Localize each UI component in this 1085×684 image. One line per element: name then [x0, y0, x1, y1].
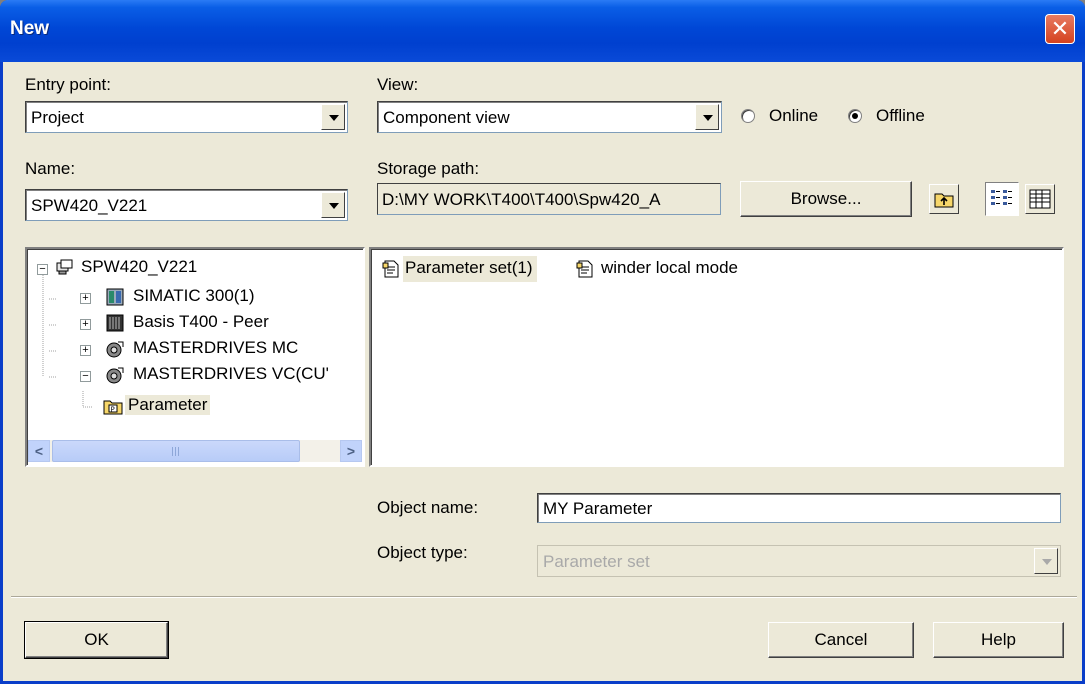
offline-radio[interactable]: [848, 109, 862, 123]
name-select[interactable]: SPW420_V221: [25, 189, 348, 221]
rack-icon: [106, 314, 124, 332]
scroll-thumb[interactable]: [52, 440, 300, 462]
tree-item[interactable]: + SIMATIC 300(1): [37, 286, 357, 311]
folder-up-icon: [934, 193, 954, 208]
tree-item-label: MASTERDRIVES VC(CU': [133, 364, 329, 383]
drive-icon: [106, 341, 124, 358]
view-select[interactable]: Component view: [377, 101, 722, 133]
project-tree[interactable]: − SPW420_V221 + SIMATIC 300(1) + Basis T…: [25, 247, 365, 467]
tree-item[interactable]: + Basis T400 - Peer: [37, 312, 357, 337]
tree-item[interactable]: + MASTERDRIVES MC: [37, 338, 357, 363]
storage-path-value: D:\MY WORK\T400\T400\Spw420_A: [382, 190, 661, 209]
object-list[interactable]: Parameter set(1) winder local mode: [369, 247, 1064, 467]
browse-button[interactable]: Browse...: [740, 181, 912, 217]
details-view-button[interactable]: [1025, 184, 1055, 214]
list-view-button[interactable]: [985, 182, 1019, 216]
expand-icon[interactable]: +: [80, 293, 91, 304]
close-button[interactable]: ✕: [1045, 14, 1075, 44]
collapse-icon[interactable]: −: [80, 371, 91, 382]
scroll-right-icon[interactable]: >: [340, 440, 362, 462]
cancel-button[interactable]: Cancel: [768, 622, 914, 658]
tree-child-label: Parameter: [125, 395, 211, 415]
object-name-input[interactable]: MY Parameter: [537, 493, 1061, 523]
entry-point-value: Project: [31, 108, 84, 127]
tree-item-label: SIMATIC 300(1): [133, 286, 255, 305]
view-label: View:: [377, 75, 419, 94]
online-radio[interactable]: [741, 109, 755, 123]
details-view-icon: [1029, 189, 1051, 209]
collapse-icon[interactable]: −: [37, 264, 48, 275]
window-title: New: [10, 18, 50, 39]
online-label[interactable]: Online: [769, 106, 818, 126]
object-type-label: Object type:: [377, 543, 468, 562]
new-dialog: New ✕ Entry point: Project View: Compone…: [0, 0, 1085, 684]
list-item-label: winder local mode: [601, 258, 739, 277]
ok-button[interactable]: OK: [24, 621, 169, 659]
svg-text:P: P: [111, 406, 115, 414]
entry-point-select[interactable]: Project: [25, 101, 348, 133]
project-icon: [56, 259, 73, 275]
parameter-set-icon: [576, 260, 593, 278]
name-label: Name:: [25, 159, 76, 178]
name-value: SPW420_V221: [31, 196, 148, 215]
drive-icon: [106, 367, 124, 384]
cancel-button-label: Cancel: [814, 630, 868, 649]
storage-path-field: D:\MY WORK\T400\T400\Spw420_A: [377, 183, 721, 215]
up-one-level-button[interactable]: [929, 184, 959, 214]
chevron-down-icon[interactable]: [321, 104, 345, 130]
parameter-set-icon: [382, 260, 399, 278]
expand-icon[interactable]: +: [80, 319, 91, 330]
object-type-select[interactable]: Parameter set: [537, 545, 1061, 577]
storage-path-label: Storage path:: [377, 159, 480, 178]
list-view-icon: [991, 190, 1012, 205]
chevron-down-icon[interactable]: [321, 192, 345, 218]
chevron-down-icon[interactable]: [695, 104, 719, 130]
list-item-label: Parameter set(1): [403, 256, 537, 282]
object-name-label: Object name:: [377, 498, 479, 517]
help-button[interactable]: Help: [933, 622, 1064, 658]
separator: [11, 596, 1077, 598]
browse-button-label: Browse...: [790, 189, 862, 208]
close-icon: ✕: [1050, 16, 1070, 41]
chevron-down-icon[interactable]: [1034, 548, 1058, 574]
title-bar[interactable]: New ✕: [0, 0, 1085, 62]
tree-item[interactable]: − MASTERDRIVES VC(CU': [37, 364, 357, 389]
tree-item-label: MASTERDRIVES MC: [133, 338, 299, 357]
entry-point-label: Entry point:: [25, 75, 111, 94]
object-name-value: MY Parameter: [543, 499, 653, 518]
help-button-label: Help: [981, 630, 1016, 649]
ok-button-label: OK: [84, 630, 109, 649]
object-type-value: Parameter set: [543, 552, 650, 571]
offline-label[interactable]: Offline: [876, 106, 925, 126]
tree-item-label: Basis T400 - Peer: [133, 312, 269, 331]
expand-icon[interactable]: +: [80, 345, 91, 356]
horizontal-scrollbar[interactable]: < >: [28, 440, 362, 462]
parameter-folder-icon: P: [103, 400, 123, 415]
view-value: Component view: [383, 108, 510, 127]
scroll-left-icon[interactable]: <: [28, 440, 50, 462]
simatic-station-icon: [106, 288, 124, 306]
tree-root-label: SPW420_V221: [81, 257, 198, 276]
